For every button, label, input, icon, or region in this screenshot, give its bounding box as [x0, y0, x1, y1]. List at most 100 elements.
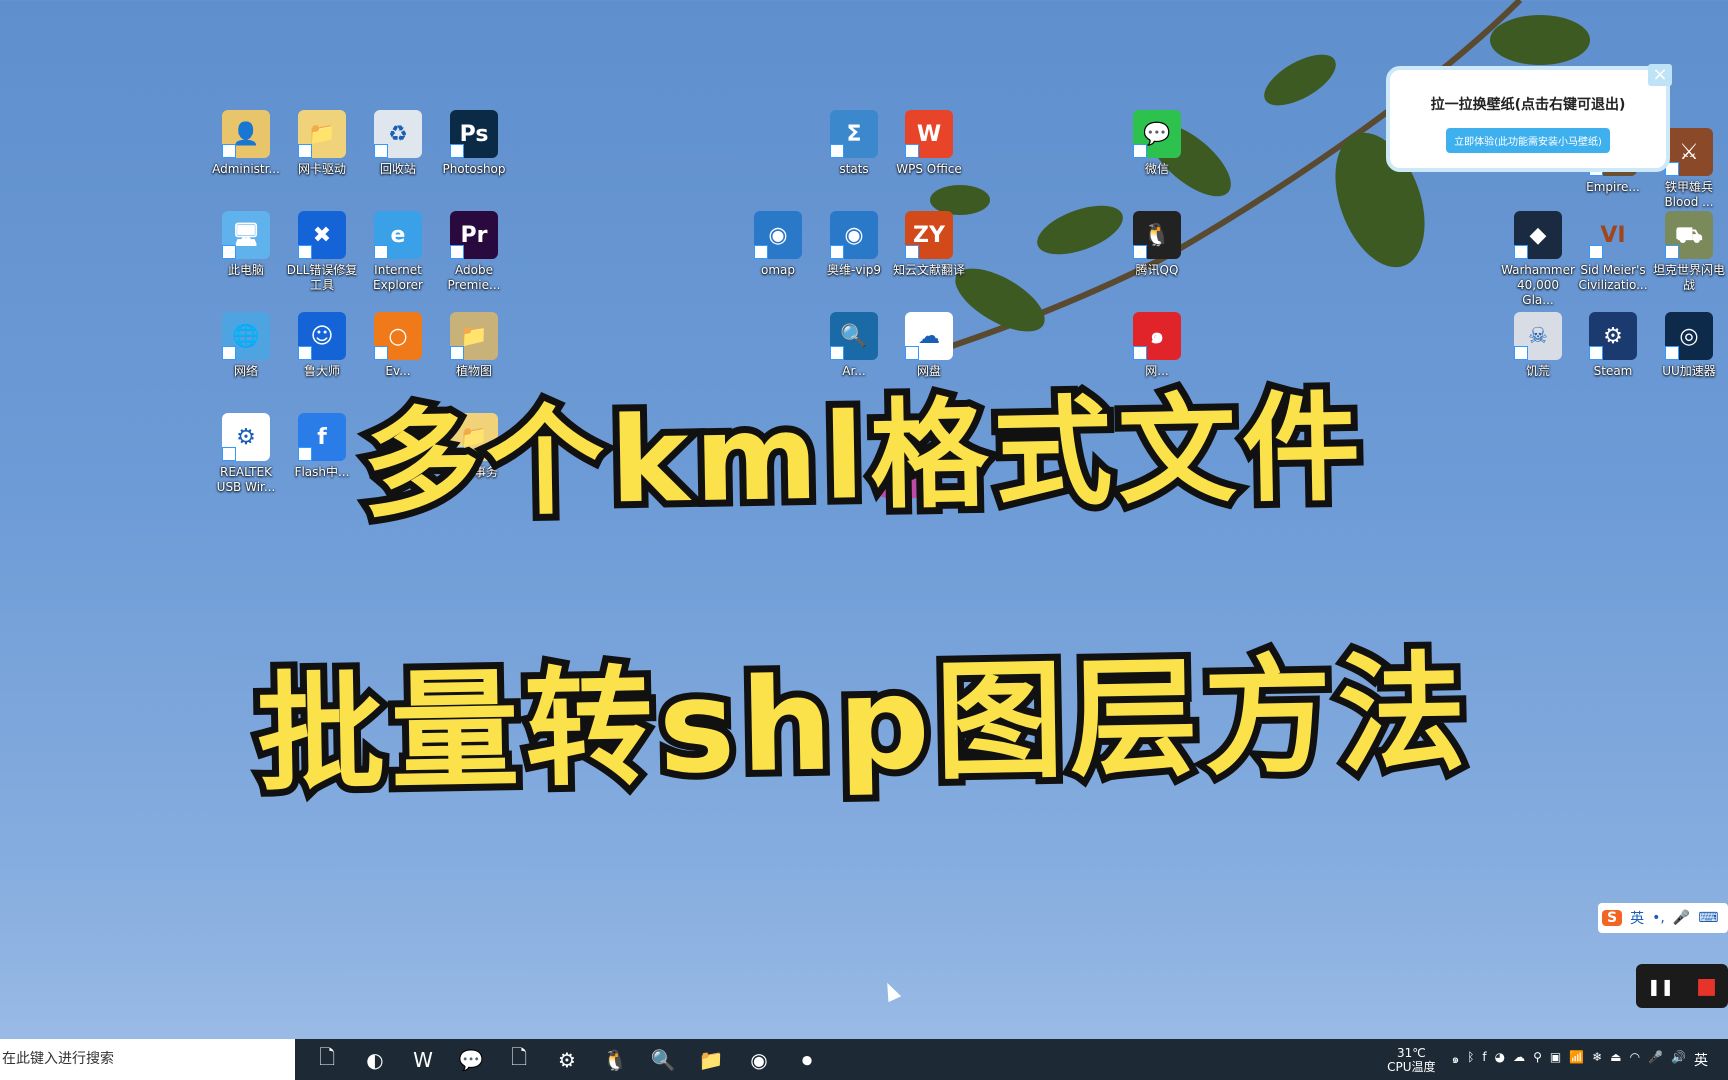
- desktop-icon[interactable]: ⛟ 坦克世界闪电战: [1651, 211, 1727, 293]
- tray-icon[interactable]: f: [1482, 1050, 1486, 1069]
- desktop-icon[interactable]: 🌐 网络: [208, 312, 284, 379]
- desktop-icon[interactable]: e Internet Explorer: [360, 211, 436, 293]
- wps-icon[interactable]: W: [405, 1042, 441, 1078]
- desktop-icon-label: 知云文献翻译: [892, 263, 965, 277]
- tray-icon[interactable]: ⚲: [1533, 1050, 1542, 1069]
- cpu-temp: 31℃: [1396, 1045, 1426, 1060]
- tray-icon[interactable]: 🔊: [1671, 1050, 1686, 1069]
- ime-toolbar[interactable]: S 英 •, 🎤 ⌨: [1598, 903, 1728, 933]
- tray-icon[interactable]: ◕: [1495, 1050, 1505, 1069]
- desktop-icon[interactable]: Ps Photoshop: [436, 110, 512, 177]
- game-icon: ⚔: [1665, 128, 1713, 176]
- pause-button[interactable]: ❚❚: [1647, 977, 1674, 996]
- qq-icon: 🐧: [1133, 211, 1181, 259]
- arcgis-icon: 🔍: [830, 312, 878, 360]
- system-tray: 31℃ CPU温度 ๑ ᛒ f ◕ ☁ ⚲ ▣ 📶 ❄ ⏏ ◠ 🎤 🔊 英: [1387, 1039, 1728, 1080]
- mic-icon[interactable]: 🎤: [1673, 910, 1690, 926]
- keyboard-icon[interactable]: ⌨: [1698, 910, 1718, 926]
- omap-icon: ◉: [754, 211, 802, 259]
- warhammer-icon: ◆: [1514, 211, 1562, 259]
- search-box[interactable]: 在此键入进行搜索: [0, 1039, 295, 1080]
- civilization-icon: VI: [1589, 211, 1637, 259]
- popup-message: 拉一拉换壁纸(点击右键可退出): [1430, 97, 1626, 113]
- folder-icon: 📁: [298, 110, 346, 158]
- desktop-icon[interactable]: ZY 知云文献翻译: [891, 211, 967, 278]
- desktop-icon-label: DLL错误修复工具: [286, 263, 358, 292]
- arcgis-icon[interactable]: 🔍: [645, 1042, 681, 1078]
- desktop-icon[interactable]: Σstats: [816, 110, 892, 177]
- tray-icon[interactable]: ᛒ: [1467, 1050, 1474, 1069]
- ime-lang[interactable]: 英: [1630, 908, 1644, 928]
- title-line-2: 批量转shp图层方法: [249, 632, 1480, 816]
- computer-icon: 🖥: [222, 211, 270, 259]
- tray-icon[interactable]: ๑: [1452, 1050, 1460, 1069]
- stop-button[interactable]: ■: [1696, 974, 1717, 999]
- desktop-icon[interactable]: ◆ Warhammer 40,000 Gla...: [1500, 211, 1576, 308]
- desktop-icon-label: 回收站: [379, 162, 416, 176]
- desktop-icon-label: omap: [760, 263, 795, 277]
- desktop-icon[interactable]: 🖥 此电脑: [208, 211, 284, 278]
- photoshop-icon: Ps: [450, 110, 498, 158]
- desktop-icon-label: 此电脑: [227, 263, 264, 277]
- taskbar: 在此键入进行搜索 🗋 ◐ W 💬 🗋 ⚙ 🐧 🔍 📁 ◉ ⏺ 31℃ CPU温度 ๑ ᛒ f ◕ ☁ ⚲ ▣ 📶 ❄…: [0, 1039, 1728, 1080]
- recorder-icon[interactable]: ⏺: [789, 1042, 825, 1078]
- network-icon: 🌐: [222, 312, 270, 360]
- desktop-icon-label: 网卡驱动: [297, 162, 346, 176]
- desktop-icon-label: 奥维-vip9: [826, 263, 882, 277]
- close-icon[interactable]: ×: [1648, 64, 1672, 86]
- wechat-icon: 💬: [1133, 110, 1181, 158]
- tray-icon[interactable]: ❄: [1592, 1050, 1602, 1069]
- recorder-controls: ❚❚ ■: [1636, 964, 1728, 1008]
- desktop-icon-label: 坦克世界闪电战: [1652, 263, 1725, 292]
- desktop-icon[interactable]: ♻ 回收站: [360, 110, 436, 177]
- tray-icon[interactable]: ▣: [1550, 1050, 1561, 1069]
- wrench-icon: ✖: [298, 211, 346, 259]
- input-lang[interactable]: 英: [1694, 1050, 1708, 1070]
- title-line-1: 多个kml格式文件: [354, 371, 1374, 540]
- ie-icon: e: [374, 211, 422, 259]
- ovital-icon[interactable]: ◉: [741, 1042, 777, 1078]
- tray-icon[interactable]: 🎤: [1648, 1050, 1663, 1069]
- desktop-icon-label: Photoshop: [442, 162, 506, 176]
- tank-icon: ⛟: [1665, 211, 1713, 259]
- desktop-icon-label: Adobe Premie...: [447, 263, 501, 292]
- ludashi-icon: ☺: [298, 312, 346, 360]
- desktop-icon[interactable]: 📁 网卡驱动: [284, 110, 360, 177]
- try-now-button[interactable]: 立即体验(此功能需安装小马壁纸): [1446, 128, 1610, 153]
- desktop-icon[interactable]: Pr Adobe Premie...: [436, 211, 512, 293]
- desktop-icon[interactable]: 🐧 腾讯QQ: [1119, 211, 1195, 278]
- desktop-icon-label: 腾讯QQ: [1135, 263, 1179, 277]
- punctuation-icon[interactable]: •,: [1652, 910, 1665, 926]
- tray-icon[interactable]: 📶: [1569, 1050, 1584, 1069]
- qq-icon[interactable]: 🐧: [597, 1042, 633, 1078]
- edge-icon[interactable]: ◐: [357, 1042, 393, 1078]
- desktop-icon-label: Sid Meier's Civilizatio...: [1578, 263, 1648, 292]
- desktop-icon[interactable]: ◉ 奥维-vip9: [816, 211, 892, 278]
- sogou-logo: S: [1602, 910, 1623, 926]
- file-explorer-icon[interactable]: 📁: [693, 1042, 729, 1078]
- desktop-icon[interactable]: ✖ DLL错误修复工具: [284, 211, 360, 293]
- tray-icon[interactable]: ◠: [1630, 1050, 1640, 1069]
- desktop-icon-label: Warhammer 40,000 Gla...: [1501, 263, 1575, 307]
- desktop-icon[interactable]: 👤 Administr...: [208, 110, 284, 177]
- tray-icon[interactable]: ☁: [1513, 1050, 1525, 1069]
- user-folder-icon: 👤: [222, 110, 270, 158]
- folder-icon: 📁: [450, 312, 498, 360]
- desktop-icon[interactable]: VI Sid Meier's Civilizatio...: [1575, 211, 1651, 293]
- file-icon[interactable]: 🗋: [501, 1042, 537, 1078]
- steam-icon[interactable]: ⚙: [549, 1042, 585, 1078]
- file-icon[interactable]: 🗋: [309, 1042, 345, 1078]
- desktop-icon-label: WPS Office: [896, 162, 962, 176]
- ovital-icon: ◉: [830, 211, 878, 259]
- recycle-bin-icon: ♻: [374, 110, 422, 158]
- tray-icon[interactable]: ⏏: [1610, 1050, 1621, 1069]
- desktop-icon-label: 微信: [1144, 162, 1169, 176]
- desktop-icon[interactable]: W WPS Office: [891, 110, 967, 177]
- desktop-icon[interactable]: ◉ omap: [740, 211, 816, 278]
- desktop-icon-label: Internet Explorer: [373, 263, 423, 292]
- baidu-netdisk-icon: ☁: [905, 312, 953, 360]
- wps-icon: W: [905, 110, 953, 158]
- wechat-icon[interactable]: 💬: [453, 1042, 489, 1078]
- everything-icon: ○: [374, 312, 422, 360]
- desktop-icon[interactable]: 💬 微信: [1119, 110, 1195, 177]
